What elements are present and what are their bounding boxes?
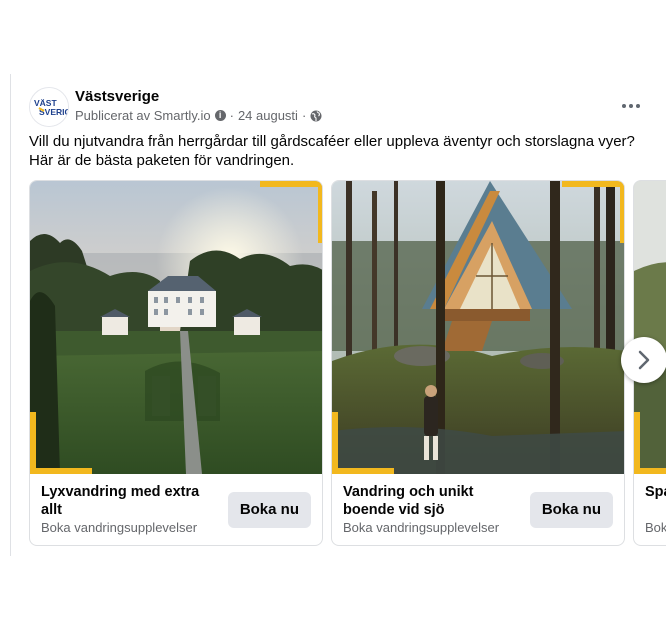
post-date[interactable]: 24 augusti [238,108,298,123]
card-subtitle: Boka vandringsupplevelser [343,520,500,535]
card-subtitle: Boka vandringsupplevelser [41,520,198,535]
post-header: VÄST SVERIGE Västsverige Publicerat av S… [29,86,649,127]
page-avatar[interactable]: VÄST SVERIGE [29,87,69,127]
card-title[interactable]: Lyxvandring med extra allt [41,483,221,519]
carousel-next-button[interactable] [621,337,666,383]
meta-separator-2: · [301,108,307,123]
sponsored-post: VÄST SVERIGE Västsverige Publicerat av S… [11,74,666,556]
book-now-button[interactable]: Boka nu [227,492,311,528]
manor-aerial-image[interactable] [30,181,322,474]
carousel-card-1[interactable]: Lyxvandring med extra allt Boka vandring… [29,180,323,546]
carousel-card-2[interactable]: Vandring och unikt boende vid sjö Boka v… [331,180,625,546]
meta-separator: · [229,108,234,123]
chevron-right-icon [638,350,650,370]
more-options-icon[interactable] [619,96,643,116]
card-subtitle: Bok [645,520,666,535]
card-title[interactable]: Vandring och unikt boende vid sjö [343,483,523,519]
page-name[interactable]: Västsverige [75,88,159,105]
vastsverige-logo: VÄST SVERIGE [30,88,69,126]
svg-text:SVERIGE: SVERIGE [39,107,69,117]
post-text-line-2: Här är de bästa paketen för vandringen. [29,152,295,169]
spa-image[interactable] [634,181,666,474]
globe-icon [310,110,322,121]
post-text-line-1: Vill du njutvandra från herrgårdar till … [29,133,635,150]
author-line[interactable]: Publicerat av Smartly.io [75,108,211,123]
carousel: Lyxvandring med extra allt Boka vandring… [29,180,666,548]
info-icon[interactable]: i [214,110,226,121]
cabin-forest-image[interactable] [332,181,624,474]
card-title[interactable]: Spa vid [645,483,666,501]
book-now-button[interactable]: Boka nu [529,492,613,528]
post-meta: Publicerat av Smartly.io i · 24 augusti … [75,108,322,123]
post-text: Vill du njutvandra från herrgårdar till … [29,132,654,170]
